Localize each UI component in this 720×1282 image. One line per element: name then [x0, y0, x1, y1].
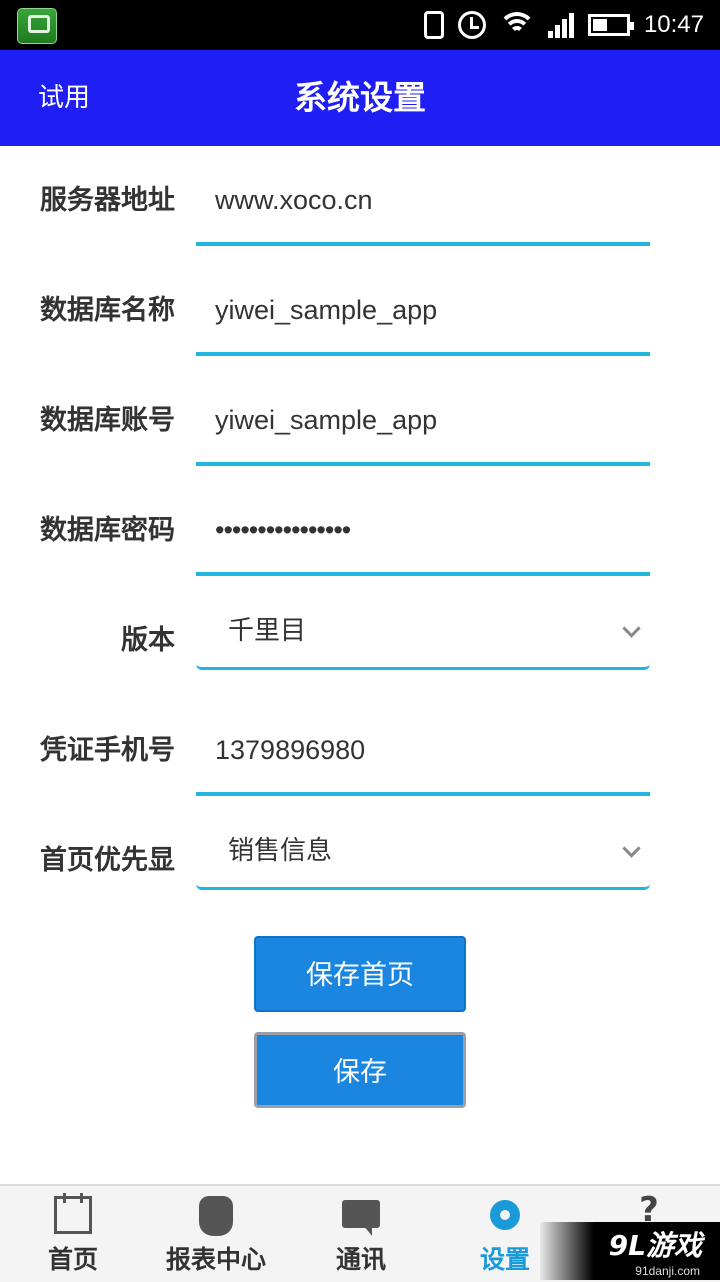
status-bar: 10:47: [0, 0, 720, 50]
db-name-label: 数据库名称: [40, 295, 175, 326]
clock: 10:47: [643, 11, 704, 38]
version-select[interactable]: 千里目: [196, 600, 650, 670]
vibrate-icon: [423, 11, 444, 39]
version-value: 千里目: [228, 616, 307, 646]
hand-icon: [199, 1196, 233, 1236]
db-password-value: ••••••••••••••••: [215, 515, 351, 545]
db-password-label: 数据库密码: [40, 515, 175, 546]
home-priority-select[interactable]: 销售信息: [196, 820, 650, 890]
save-button[interactable]: 保存: [254, 1032, 466, 1108]
server-label: 服务器地址: [40, 185, 175, 216]
signal-icon: [547, 12, 574, 38]
phone-row: 凭证手机号 1379896980: [0, 706, 720, 796]
save-home-button[interactable]: 保存首页: [254, 936, 466, 1012]
phone-value: 1379896980: [215, 735, 366, 765]
alarm-icon: [457, 11, 486, 39]
db-account-value: yiwei_sample_app: [215, 405, 438, 435]
home-priority-row: 首页优先显 销售信息: [0, 816, 720, 906]
battery-icon: [587, 14, 634, 36]
tab-messages[interactable]: 通讯: [308, 1186, 414, 1282]
db-name-input[interactable]: yiwei_sample_app: [196, 266, 650, 356]
home-priority-value: 销售信息: [228, 836, 333, 866]
watermark-brand: 9L游戏: [608, 1229, 702, 1262]
chevron-down-icon: [622, 839, 641, 858]
version-label: 版本: [121, 625, 175, 656]
chevron-down-icon: [622, 619, 641, 638]
page-title: 系统设置: [294, 78, 426, 117]
db-account-label: 数据库账号: [40, 405, 175, 436]
tab-messages-label: 通讯: [335, 1245, 386, 1274]
db-name-value: yiwei_sample_app: [215, 295, 438, 325]
phone-input[interactable]: 1379896980: [196, 706, 650, 796]
watermark-url: 91danji.com: [635, 1264, 700, 1278]
version-row: 版本 千里目: [0, 596, 720, 686]
db-account-row: 数据库账号 yiwei_sample_app: [0, 376, 720, 466]
wifi-icon: [497, 12, 536, 38]
db-name-row: 数据库名称 yiwei_sample_app: [0, 266, 720, 356]
calendar-icon: [54, 1193, 92, 1234]
tab-home-label: 首页: [47, 1245, 98, 1274]
status-icons: 10:47: [423, 0, 704, 50]
gear-icon: [490, 1200, 520, 1230]
tab-reports-label: 报表中心: [165, 1245, 266, 1274]
db-account-input[interactable]: yiwei_sample_app: [196, 376, 650, 466]
db-password-row: 数据库密码 ••••••••••••••••: [0, 486, 720, 576]
home-priority-label: 首页优先显: [40, 845, 175, 876]
server-value: www.xoco.cn: [215, 185, 373, 215]
app-header: 试用 系统设置: [0, 50, 720, 146]
phone-label: 凭证手机号: [40, 735, 175, 766]
tab-home[interactable]: 首页: [20, 1186, 126, 1282]
server-input[interactable]: www.xoco.cn: [196, 156, 650, 246]
db-password-input[interactable]: ••••••••••••••••: [196, 486, 650, 576]
server-row: 服务器地址 www.xoco.cn: [0, 156, 720, 246]
watermark: 9L游戏 91danji.com: [540, 1222, 720, 1280]
app-notification-icon: [17, 8, 57, 44]
chat-icon: [342, 1200, 380, 1236]
tab-reports[interactable]: 报表中心: [155, 1186, 277, 1282]
